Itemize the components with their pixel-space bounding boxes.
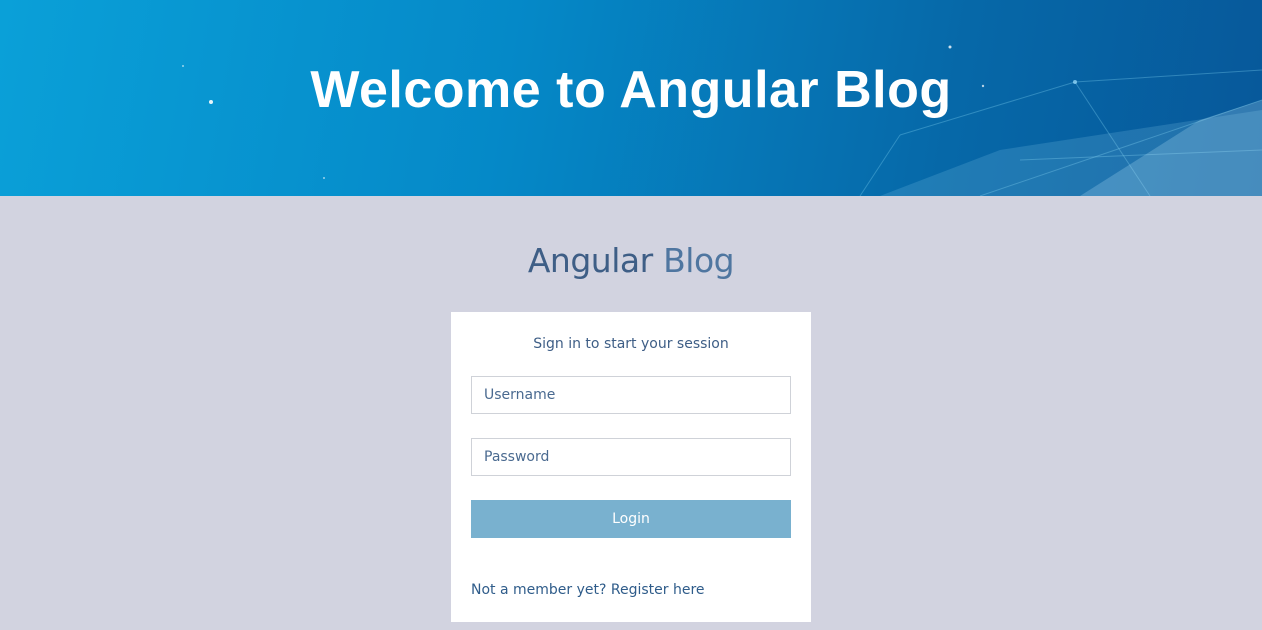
login-card: Sign in to start your session Login Not …: [451, 312, 811, 622]
brand-logo: Angular Blog: [0, 238, 1262, 284]
brand-name-light: Blog: [663, 241, 735, 280]
register-link[interactable]: Not a member yet? Register here: [471, 580, 705, 600]
login-message: Sign in to start your session: [533, 336, 729, 352]
login-button[interactable]: Login: [471, 500, 791, 538]
username-input[interactable]: [471, 376, 791, 414]
brand-name-bold: Angular: [527, 241, 653, 280]
password-input[interactable]: [471, 438, 791, 476]
hero-banner: Welcome to Angular Blog: [0, 0, 1262, 196]
hero-title: Welcome to Angular Blog: [310, 61, 952, 119]
